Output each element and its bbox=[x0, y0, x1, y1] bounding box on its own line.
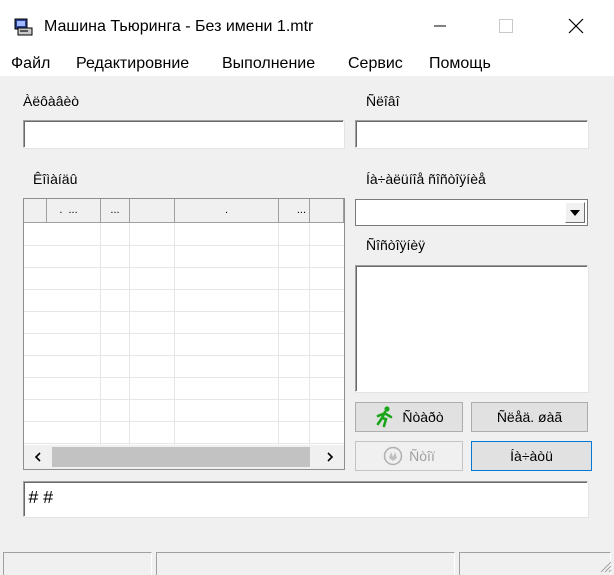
minimize-icon bbox=[434, 25, 446, 27]
status-panel bbox=[3, 552, 152, 575]
window-title: Машина Тьюринга - Без имени 1.mtr bbox=[44, 18, 314, 35]
stop-button-label: Ñòîï bbox=[409, 448, 435, 464]
chevron-down-icon bbox=[570, 209, 580, 216]
grid-row-line bbox=[24, 355, 344, 356]
grid-row-line bbox=[24, 443, 344, 444]
tape-field[interactable]: ## bbox=[23, 481, 588, 517]
minimize-button[interactable] bbox=[412, 0, 468, 52]
grid-header-text: . bbox=[59, 204, 63, 216]
running-man-icon bbox=[374, 406, 396, 428]
grid-column-line bbox=[129, 223, 130, 445]
start-button[interactable]: Ñòàðò bbox=[355, 402, 463, 432]
menu-help[interactable]: Помощь bbox=[429, 54, 491, 74]
word-field[interactable] bbox=[355, 120, 588, 148]
grid-column-line bbox=[100, 223, 101, 445]
scrollbar-thumb[interactable] bbox=[52, 447, 310, 467]
grid-row-line bbox=[24, 399, 344, 400]
states-label: Ñîñòîÿíèÿ bbox=[366, 237, 426, 253]
status-panel bbox=[459, 552, 611, 575]
chevron-left-icon bbox=[34, 452, 41, 462]
main-window: Машина Тьюринга - Без имени 1.mtr Файл Р… bbox=[0, 0, 614, 575]
initial-state-select[interactable] bbox=[355, 199, 588, 226]
grid-row-line bbox=[24, 245, 344, 246]
reset-button-label: Íà÷àòü bbox=[510, 448, 553, 464]
grid-column-line bbox=[278, 223, 279, 445]
stop-button[interactable]: Ñòîï bbox=[355, 441, 463, 471]
grid-row-line bbox=[24, 289, 344, 290]
maximize-icon bbox=[499, 19, 513, 33]
grid-row-line bbox=[24, 421, 344, 422]
menu-edit[interactable]: Редактировние bbox=[76, 54, 189, 74]
scroll-left-button[interactable] bbox=[26, 445, 50, 469]
menu-run[interactable]: Выполнение bbox=[222, 54, 315, 74]
status-panel bbox=[156, 552, 455, 575]
grid-row-line bbox=[24, 333, 344, 334]
close-button[interactable] bbox=[548, 0, 604, 52]
menu-file[interactable]: Файл bbox=[11, 54, 50, 74]
grid-header-cell[interactable] bbox=[24, 199, 47, 222]
grid-header-cell[interactable]: . ... bbox=[47, 199, 101, 222]
maximize-button[interactable] bbox=[478, 0, 534, 52]
scroll-right-button[interactable] bbox=[318, 445, 342, 469]
word-label: Ñëîâî bbox=[366, 93, 400, 109]
next-step-button[interactable]: Ñëåä. øàã bbox=[471, 402, 588, 432]
grid-row-line bbox=[24, 377, 344, 378]
grid-row-line bbox=[24, 267, 344, 268]
initial-state-label: Íà÷àëüíîå ñîñòîÿíèå bbox=[366, 171, 486, 187]
next-step-button-label: Ñëåä. øàã bbox=[496, 409, 563, 425]
horizontal-scrollbar[interactable] bbox=[24, 445, 344, 469]
grid-column-line bbox=[174, 223, 175, 445]
resize-grip-icon[interactable] bbox=[598, 559, 612, 573]
alphabet-field[interactable] bbox=[23, 120, 344, 148]
grid-header-cell[interactable] bbox=[130, 199, 175, 222]
start-button-label: Ñòàðò bbox=[402, 409, 444, 425]
grid-column-line bbox=[309, 223, 310, 445]
menu-service[interactable]: Сервис bbox=[348, 54, 403, 74]
grid-header-cell[interactable]: . bbox=[175, 199, 279, 222]
title-bar[interactable]: Машина Тьюринга - Без имени 1.mtr bbox=[0, 0, 614, 52]
grid-row-line bbox=[24, 311, 344, 312]
menu-bar: Файл Редактировние Выполнение Сервис Пом… bbox=[0, 52, 614, 76]
close-icon bbox=[568, 18, 584, 34]
reset-button[interactable]: Íà÷àòü bbox=[471, 441, 592, 471]
status-bar bbox=[0, 549, 614, 575]
dropdown-button[interactable] bbox=[565, 202, 585, 223]
chevron-right-icon bbox=[327, 452, 334, 462]
commands-grid[interactable]: . ... ... . ... bbox=[23, 198, 345, 470]
grid-header-cell[interactable] bbox=[310, 199, 344, 222]
floppy-computer-icon[interactable] bbox=[14, 17, 34, 37]
alphabet-label: Àëôàâèò bbox=[23, 93, 80, 109]
grid-header-cell[interactable]: ... bbox=[279, 199, 310, 222]
commands-label: Êîìàíäû bbox=[33, 171, 78, 187]
states-field[interactable] bbox=[355, 265, 588, 392]
grid-header-cell[interactable]: ... bbox=[101, 199, 130, 222]
grid-header: . ... ... . ... bbox=[24, 199, 344, 223]
stop-hand-icon bbox=[383, 446, 403, 466]
grid-header-text: ... bbox=[68, 204, 78, 216]
